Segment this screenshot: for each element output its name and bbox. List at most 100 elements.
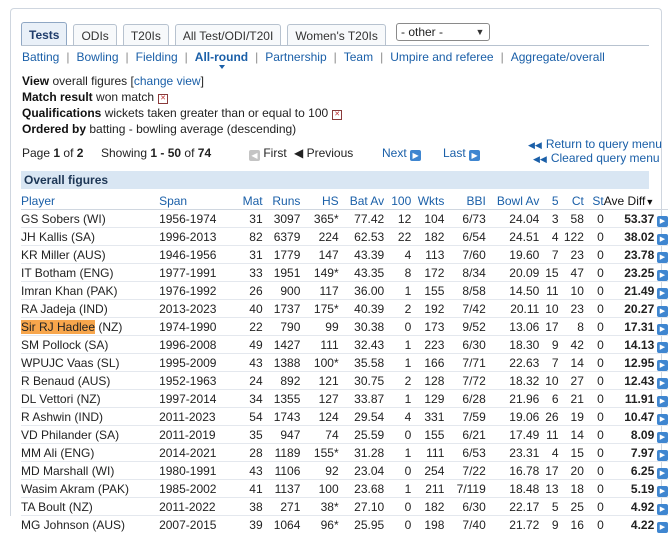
col-header-mat[interactable]: Mat <box>222 192 262 210</box>
player-name-link[interactable]: JH Kallis <box>21 230 68 244</box>
col-header-wkts[interactable]: Wkts <box>411 192 444 210</box>
tabs-divider <box>21 45 649 46</box>
player-name-link[interactable]: RA Jadeja <box>21 302 76 316</box>
tab-odis[interactable]: ODIs <box>73 24 116 46</box>
play-arrow-icon[interactable]: ▶ <box>657 324 668 335</box>
nav-bowling[interactable]: Bowling <box>76 50 118 64</box>
play-arrow-icon[interactable]: ▶ <box>657 414 668 425</box>
play-arrow-icon[interactable]: ▶ <box>657 396 668 407</box>
play-arrow-icon[interactable]: ▶ <box>657 504 668 515</box>
col-header-bat-av[interactable]: Bat Av <box>339 192 385 210</box>
player-name-link[interactable]: GS Sobers <box>21 212 80 226</box>
next-page-icon[interactable]: ▶ <box>410 150 421 161</box>
player-name-link[interactable]: DL Vettori <box>21 392 73 406</box>
mat-cell: 43 <box>222 354 262 372</box>
player-team: (NZ) <box>77 392 101 406</box>
next-label[interactable]: Next <box>382 146 407 160</box>
span-cell: 1956-1974 <box>159 210 222 228</box>
player-cell: R Ashwin (IND) <box>21 408 159 426</box>
last-page-button[interactable]: Last ▶ <box>443 146 480 161</box>
tab-tests[interactable]: Tests <box>21 22 67 46</box>
nav-batting[interactable]: Batting <box>22 50 59 64</box>
bbi-cell: 7/22 <box>444 462 485 480</box>
col-header-hs[interactable]: HS <box>300 192 338 210</box>
player-name-link[interactable]: TA Boult <box>21 500 65 514</box>
play-arrow-icon[interactable]: ▶ <box>657 288 668 299</box>
row-action-cell: ▶ <box>654 228 668 246</box>
play-arrow-icon[interactable]: ▶ <box>657 270 668 281</box>
player-name-link[interactable]: VD Philander <box>21 428 92 442</box>
play-arrow-icon[interactable]: ▶ <box>657 306 668 317</box>
nav-umpire-referee[interactable]: Umpire and referee <box>390 50 493 64</box>
player-name-link[interactable]: WPUJC Vaas <box>21 356 93 370</box>
tab-all-formats[interactable]: All Test/ODI/T20I <box>175 24 281 46</box>
player-name-link[interactable]: Wasim Akram <box>21 482 95 496</box>
span-cell: 1946-1956 <box>159 246 222 264</box>
other-format-select[interactable]: - other - ▼ <box>396 23 490 41</box>
play-arrow-icon[interactable]: ▶ <box>657 486 668 497</box>
nav-team[interactable]: Team <box>344 50 373 64</box>
remove-filter-icon[interactable]: ✕ <box>332 110 342 120</box>
player-name-link[interactable]: SM Pollock <box>21 338 81 352</box>
remove-filter-icon[interactable]: ✕ <box>158 94 168 104</box>
runs-cell: 892 <box>263 372 301 390</box>
player-name-link[interactable]: MG Johnson <box>21 518 89 532</box>
double-arrow-left-icon: ◀◀ <box>533 154 547 164</box>
play-arrow-icon[interactable]: ▶ <box>657 450 668 461</box>
return-to-query-menu-link[interactable]: ◀◀Return to query menu <box>528 138 662 152</box>
col-header-runs[interactable]: Runs <box>263 192 301 210</box>
player-name-link[interactable]: MM Ali <box>21 446 57 460</box>
play-arrow-icon[interactable]: ▶ <box>657 468 668 479</box>
wkts-cell: 182 <box>411 228 444 246</box>
play-arrow-icon[interactable]: ▶ <box>657 216 668 227</box>
col-header-ct[interactable]: Ct <box>559 192 584 210</box>
change-view-link[interactable]: change view <box>134 74 201 88</box>
tab-womens-t20is[interactable]: Women's T20Is <box>287 24 386 46</box>
play-arrow-icon[interactable]: ▶ <box>657 378 668 389</box>
tab-t20is[interactable]: T20Is <box>123 24 169 46</box>
play-arrow-icon[interactable]: ▶ <box>657 360 668 371</box>
play-arrow-icon[interactable]: ▶ <box>657 234 668 245</box>
five-wkts-cell: 4 <box>539 228 558 246</box>
nav-partnership[interactable]: Partnership <box>265 50 326 64</box>
player-cell: KR Miller (AUS) <box>21 246 159 264</box>
player-name-link[interactable]: Imran Khan <box>21 284 83 298</box>
hs-cell: 147 <box>300 246 338 264</box>
nav-all-round[interactable]: All-round <box>195 50 248 64</box>
player-name-link[interactable]: MD Marshall <box>21 464 88 478</box>
player-name-link[interactable]: IT Botham <box>21 266 76 280</box>
row-action-cell: ▶ <box>654 210 668 228</box>
play-arrow-icon[interactable]: ▶ <box>657 522 668 533</box>
col-header-100[interactable]: 100 <box>384 192 411 210</box>
col-header-ave-diff[interactable]: Ave Diff▼ <box>604 192 655 210</box>
nav-aggregate-overall[interactable]: Aggregate/overall <box>511 50 605 64</box>
player-name-link[interactable]: KR Miller <box>21 248 70 262</box>
col-header-bowl-av[interactable]: Bowl Av <box>486 192 540 210</box>
col-header-st[interactable]: St <box>584 192 604 210</box>
runs-cell: 1743 <box>263 408 301 426</box>
bat-av-cell: 32.43 <box>339 336 385 354</box>
double-arrow-left-icon: ◀◀ <box>528 140 542 150</box>
hs-cell: 175* <box>300 300 338 318</box>
col-header-bbi[interactable]: BBI <box>444 192 485 210</box>
play-arrow-icon[interactable]: ▶ <box>657 432 668 443</box>
table-row: Sir RJ Hadlee (NZ)1974-1990227909930.380… <box>21 318 668 336</box>
cleared-query-menu-link[interactable]: ◀◀Cleared query menu <box>533 152 662 166</box>
col-header-span[interactable]: Span <box>159 192 222 210</box>
table-row: IT Botham (ENG)1977-1991331951149*43.358… <box>21 264 668 282</box>
play-arrow-icon[interactable]: ▶ <box>657 252 668 263</box>
player-name-link[interactable]: R Ashwin <box>21 410 71 424</box>
play-arrow-icon[interactable]: ▶ <box>657 342 668 353</box>
last-page-icon[interactable]: ▶ <box>469 150 480 161</box>
row-action-cell: ▶ <box>654 264 668 282</box>
col-header-player[interactable]: Player <box>21 192 159 210</box>
player-name-link[interactable]: Sir RJ Hadlee <box>21 320 95 334</box>
catches-cell: 25 <box>559 498 584 516</box>
wkts-cell: 111 <box>411 444 444 462</box>
nav-fielding[interactable]: Fielding <box>136 50 178 64</box>
total-pages: 2 <box>77 146 84 160</box>
player-name-link[interactable]: R Benaud <box>21 374 74 388</box>
col-header-5[interactable]: 5 <box>539 192 558 210</box>
next-page-button[interactable]: Next ▶ <box>382 146 421 161</box>
last-label[interactable]: Last <box>443 146 466 160</box>
